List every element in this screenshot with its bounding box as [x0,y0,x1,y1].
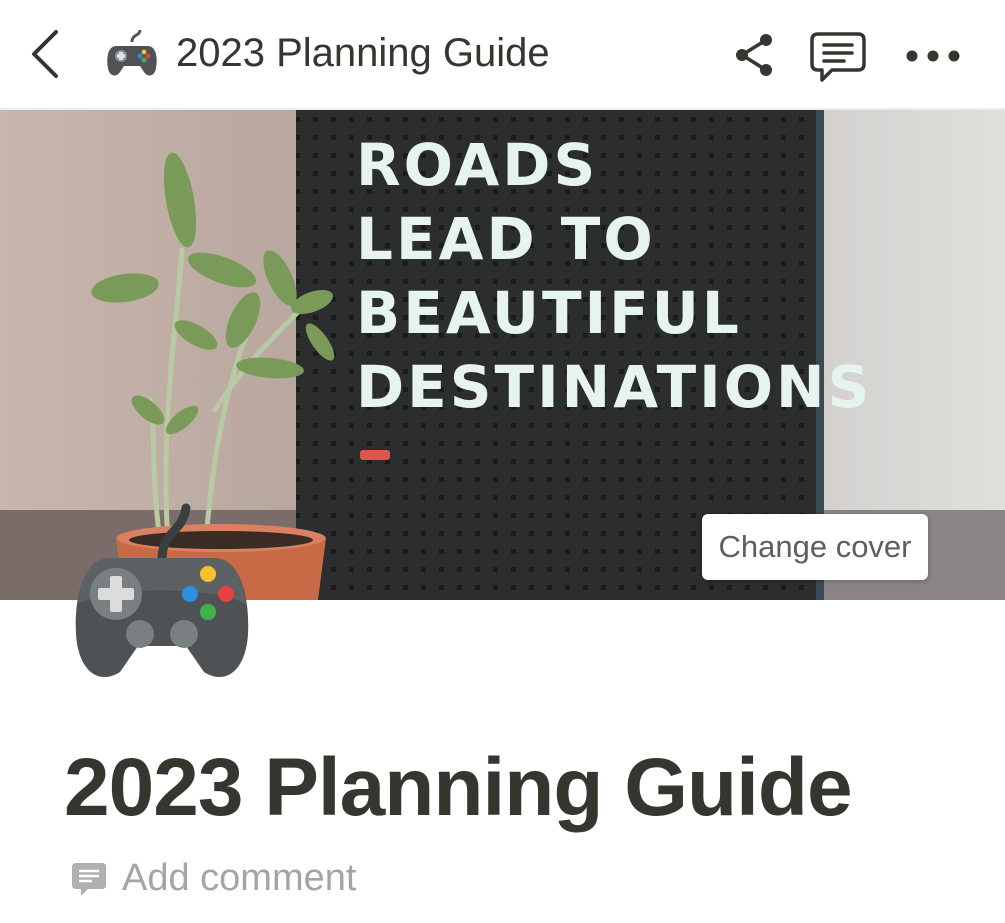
top-bar-title: 2023 Planning Guide [176,31,550,75]
more-horizontal-icon [906,50,960,62]
letter-board-line: BEAUTIFUL [356,279,742,347]
letter-board-line: LEAD TO [356,205,656,273]
change-cover-button[interactable]: Change cover [702,514,928,580]
chevron-left-icon [32,30,58,78]
comment-icon [810,32,866,82]
more-button[interactable] [900,36,966,76]
letter-board-line: DESTINATIONS [356,353,873,421]
top-app-bar: 2023 Planning Guide [0,0,1005,110]
letter-board-text: ROADS LEAD TO BEAUTIFUL DESTINATIONS [356,128,873,424]
video-game-controller-icon [106,28,158,80]
video-game-controller-icon [75,503,249,678]
page-title[interactable]: 2023 Planning Guide [64,742,853,834]
add-comment-button[interactable]: Add comment [70,854,370,902]
comment-icon [72,863,106,896]
comments-button[interactable] [808,28,868,84]
letter-board-line: ROADS [356,131,599,199]
add-comment-label: Add comment [122,857,357,899]
page-icon[interactable] [74,500,250,686]
back-button[interactable] [26,26,70,82]
share-icon [736,34,772,76]
share-button[interactable] [730,30,780,80]
